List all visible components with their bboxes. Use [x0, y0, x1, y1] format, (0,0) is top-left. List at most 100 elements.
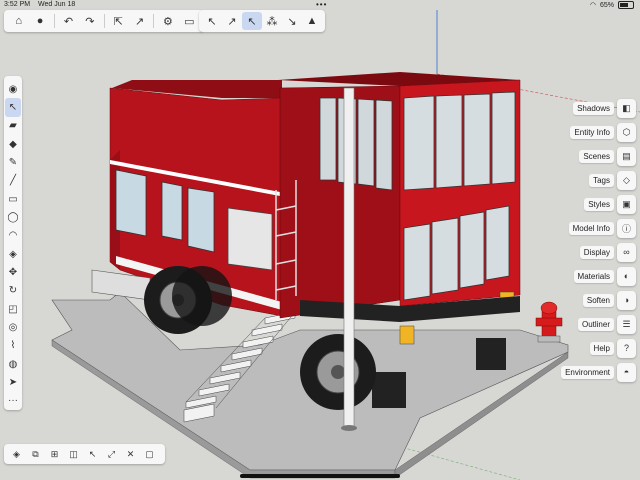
panel-row-help[interactable]: Help? [561, 338, 636, 358]
house-icon: ⌂ [15, 15, 23, 27]
cursor-group-icon: ⁂ [266, 15, 278, 28]
pointer-tool-button[interactable]: ➤ [5, 373, 21, 391]
battery-level [620, 3, 628, 7]
panel-label[interactable]: Soften [582, 293, 614, 307]
box-button[interactable]: ▢ [140, 446, 159, 462]
status-date: Wed Jun 18 [38, 1, 76, 8]
panel-label[interactable]: Help [589, 341, 614, 355]
panel-button-shadows[interactable]: ◧ [617, 98, 636, 118]
paint-bucket-tool-button[interactable]: ◆ [5, 135, 21, 153]
eraser-icon: ▰ [9, 120, 17, 132]
panel-row-environment[interactable]: Environment ◓ [561, 362, 636, 382]
boolean-button[interactable]: ⊞ [45, 446, 64, 462]
panel-button-environment[interactable]: ◓ [617, 362, 636, 382]
home-indicator[interactable] [240, 474, 400, 478]
environment-icon: ◓ [623, 367, 630, 377]
panel-button-model-info[interactable]: ⓘ [617, 218, 636, 238]
panel-button-soften[interactable]: ◑ [617, 290, 636, 310]
circle-tool-button[interactable]: ◯ [5, 208, 21, 226]
move-tool-button[interactable]: ✥ [5, 263, 21, 281]
battery-icon [618, 1, 634, 9]
model-viewport[interactable] [0, 0, 640, 480]
panel-row-soften[interactable]: Soften ◑ [561, 290, 636, 310]
panel-row-styles[interactable]: Styles ▣ [561, 194, 636, 214]
multitasking-dots[interactable]: ••• [316, 0, 327, 9]
scale-tool-button[interactable]: ◰ [5, 300, 21, 318]
panel-row-entity-info[interactable]: Entity Info ⬡ [561, 122, 636, 142]
panel-row-outliner[interactable]: Outliner ☰ [561, 314, 636, 334]
toolbar-separator [153, 14, 155, 28]
panel-label[interactable]: Environment [561, 365, 614, 379]
panel-label[interactable]: Styles [584, 197, 614, 211]
home-button[interactable]: ⌂ [8, 12, 29, 30]
panel-label[interactable]: Display [579, 245, 614, 259]
toolbar-separator [103, 14, 105, 28]
pencil-tool-button[interactable]: ✎ [5, 153, 21, 171]
redo-button[interactable]: ↷ [79, 12, 100, 30]
arc-tool-button[interactable]: ◠ [5, 227, 21, 245]
select-mode-3-button[interactable]: ↖ [242, 12, 262, 30]
select-similar-button[interactable]: ↖ [83, 446, 102, 462]
panel-row-display[interactable]: Display ∞ [561, 242, 636, 262]
push-pull-icon: ◈ [9, 248, 17, 260]
panel-row-tags[interactable]: Tags ◇ [561, 170, 636, 190]
panel-label[interactable]: Tags [589, 173, 614, 187]
panel-label[interactable]: Scenes [579, 149, 614, 163]
select-mode-4-button[interactable]: ⁂ [262, 12, 282, 30]
move-icon: ✥ [8, 266, 18, 278]
panel-button-outliner[interactable]: ☰ [617, 314, 636, 334]
panel-label[interactable]: Materials [573, 269, 614, 283]
solid-button[interactable]: ◫ [64, 446, 83, 462]
section-plane-tool-button[interactable]: ◍ [5, 355, 21, 373]
rotate-tool-button[interactable]: ↻ [5, 282, 21, 300]
glasses-icon: ∞ [623, 247, 630, 257]
panel-label[interactable]: Outliner [577, 317, 614, 331]
panel-button-scenes[interactable]: ▤ [617, 146, 636, 166]
panel-label[interactable]: Entity Info [570, 125, 614, 139]
eraser-tool-button[interactable]: ▰ [5, 117, 21, 135]
arc-icon: ◠ [8, 230, 18, 242]
drive-button[interactable]: ▭ [179, 12, 200, 30]
panel-button-help[interactable]: ? [617, 338, 636, 358]
offset-tool-button[interactable]: ◎ [5, 318, 21, 336]
select-mode-6-button[interactable]: ▲ [302, 12, 322, 30]
push-pull-tool-button[interactable]: ◈ [5, 245, 21, 263]
panel-button-materials[interactable]: ◐ [617, 266, 636, 286]
line-tool-button[interactable]: ╱ [5, 172, 21, 190]
battery-percent: 65% [599, 1, 614, 9]
model-info-icon: ⓘ [621, 223, 631, 234]
outliner-icon: ☰ [622, 318, 631, 329]
panel-label[interactable]: Model Info [568, 221, 614, 235]
panel-button-tags[interactable]: ◇ [617, 170, 636, 190]
help-icon: ? [623, 343, 629, 353]
panel-button-display[interactable]: ∞ [617, 242, 636, 262]
account-button[interactable]: ● [29, 12, 50, 30]
cross-button[interactable]: ✕ [121, 446, 140, 462]
settings-button[interactable]: ⚙ [157, 12, 178, 30]
panel-button-entity-info[interactable]: ⬡ [617, 122, 636, 142]
tape-measure-tool-button[interactable]: ⌇ [5, 337, 21, 355]
rectangle-tool-button[interactable]: ▭ [5, 190, 21, 208]
panel-row-model-info[interactable]: Model Info ⓘ [561, 218, 636, 238]
select-mode-5-button[interactable]: ↘ [282, 12, 302, 30]
select-mode-1-button[interactable]: ↖ [202, 12, 222, 30]
scale-selection-button[interactable]: ⤢ [102, 446, 121, 462]
panel-button-styles[interactable]: ▣ [617, 194, 636, 214]
select-arrow-tool-button[interactable]: ↖ [5, 98, 21, 117]
select-similar-icon: ↖ [88, 448, 97, 459]
select-mode-2-button[interactable]: ↗ [222, 12, 242, 30]
group-button[interactable]: ⧉ [26, 446, 45, 462]
more-tool-button[interactable]: ··· [5, 392, 21, 410]
scale-icon: ◰ [8, 303, 18, 315]
export-button[interactable]: ⇱ [108, 12, 129, 30]
share-button[interactable]: ↗ [129, 12, 150, 30]
panel-row-materials[interactable]: Materials ◐ [561, 266, 636, 286]
panel-row-shadows[interactable]: Shadows ◧ [561, 98, 636, 118]
panel-row-scenes[interactable]: Scenes ▤ [561, 146, 636, 166]
undo-button[interactable]: ↶ [58, 12, 79, 30]
panel-label[interactable]: Shadows [573, 101, 614, 115]
orbit-tool-button[interactable]: ◉ [5, 80, 21, 98]
main-toolbar: ⌂ ● ↶ ↷ ⇱ ↗ ⚙ ▭ [4, 10, 204, 32]
pointer-icon: ➤ [8, 376, 18, 388]
component-button[interactable]: ◈ [7, 446, 26, 462]
